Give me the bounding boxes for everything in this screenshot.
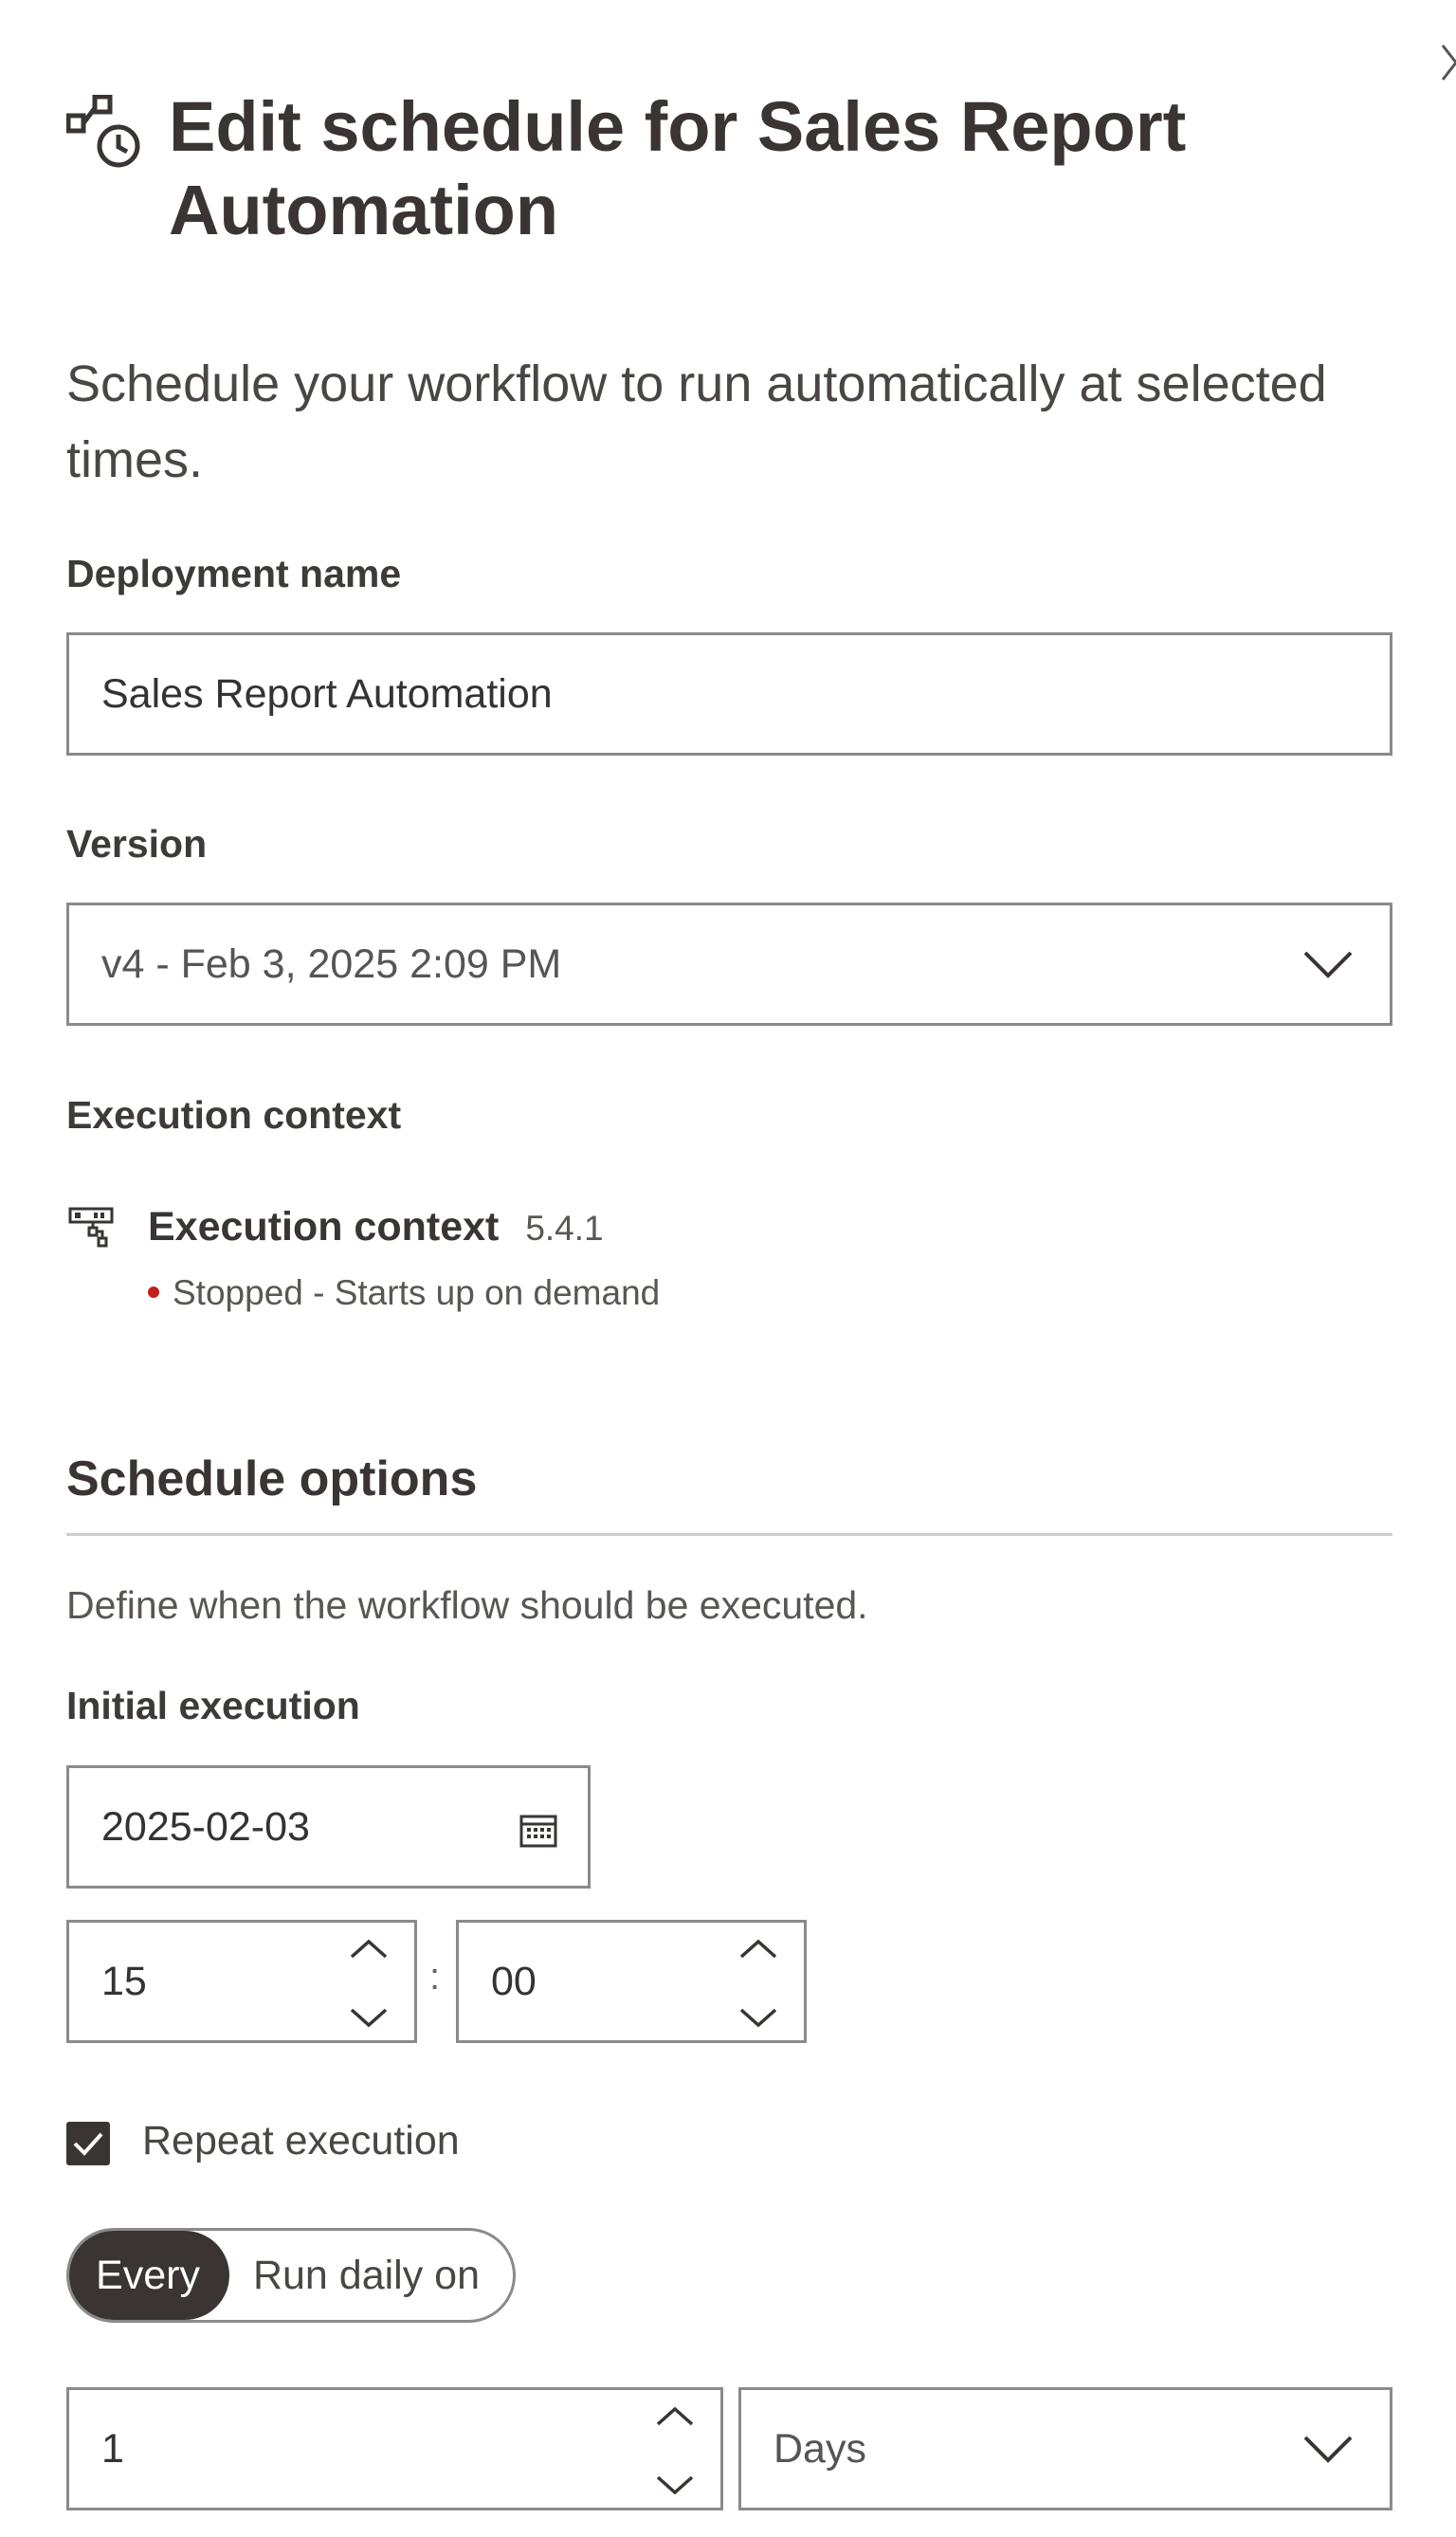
close-icon[interactable] <box>1441 38 1456 85</box>
interval-value: 1 <box>101 2425 124 2472</box>
repeat-checkbox[interactable] <box>66 2122 110 2165</box>
check-icon <box>73 2132 103 2156</box>
initial-execution-label: Initial execution <box>66 1684 360 1727</box>
schedule-description: Define when the workflow should be execu… <box>66 1583 868 1627</box>
execution-context-status: Stopped - Starts up on demand <box>148 1273 660 1313</box>
repeat-mode-toggle[interactable]: Every Run daily on <box>66 2228 516 2323</box>
initial-date-value: 2025-02-03 <box>101 1803 310 1850</box>
interval-unit-value: Days <box>774 2425 866 2472</box>
schedule-options-heading: Schedule options <box>66 1451 478 1506</box>
version-select[interactable]: v4 - Feb 3, 2025 2:09 PM <box>66 903 1392 1026</box>
hour-value: 15 <box>101 1958 147 2004</box>
version-label: Version <box>66 822 208 866</box>
calendar-icon[interactable] <box>519 1814 557 1848</box>
execution-context-icon <box>68 1207 114 1248</box>
version-value: v4 - Feb 3, 2025 2:09 PM <box>101 940 562 987</box>
initial-date-field[interactable]: 2025-02-03 <box>66 1765 591 1889</box>
deployment-name-label: Deployment name <box>66 552 402 595</box>
intro-text: Schedule your workflow to run automatica… <box>66 356 1327 488</box>
page-title: Edit schedule for Sales Report Automatio… <box>169 87 1187 249</box>
minute-stepper[interactable]: 00 <box>456 1920 807 2043</box>
mode-every-option[interactable]: Every <box>69 2231 229 2320</box>
execution-context-status-text: Stopped - Starts up on demand <box>173 1273 661 1312</box>
execution-context-version: 5.4.1 <box>525 1209 604 1248</box>
minute-value: 00 <box>491 1958 537 2004</box>
minute-spin-icons[interactable] <box>737 1936 779 2031</box>
chevron-down-icon <box>1303 951 1353 978</box>
hour-stepper[interactable]: 15 <box>66 1920 417 2043</box>
time-separator: : <box>429 1956 441 1998</box>
status-dot <box>148 1287 159 1299</box>
deployment-name-input[interactable] <box>101 670 1390 718</box>
execution-context-row: Execution context 5.4.1 <box>148 1204 604 1250</box>
workflow-schedule-icon <box>66 95 140 168</box>
mode-run-daily-option[interactable]: Run daily on <box>229 2253 513 2299</box>
interval-unit-select[interactable]: Days <box>738 2387 1392 2510</box>
section-divider <box>66 1533 1392 1536</box>
interval-spin-icons[interactable] <box>654 2403 696 2498</box>
deployment-name-field[interactable] <box>66 632 1392 756</box>
chevron-down-icon <box>1303 2436 1353 2463</box>
hour-spin-icons[interactable] <box>348 1936 390 2031</box>
execution-context-name: Execution context <box>148 1204 500 1250</box>
execution-context-label: Execution context <box>66 1093 402 1137</box>
interval-stepper[interactable]: 1 <box>66 2387 723 2510</box>
repeat-label[interactable]: Repeat execution <box>142 2118 460 2164</box>
